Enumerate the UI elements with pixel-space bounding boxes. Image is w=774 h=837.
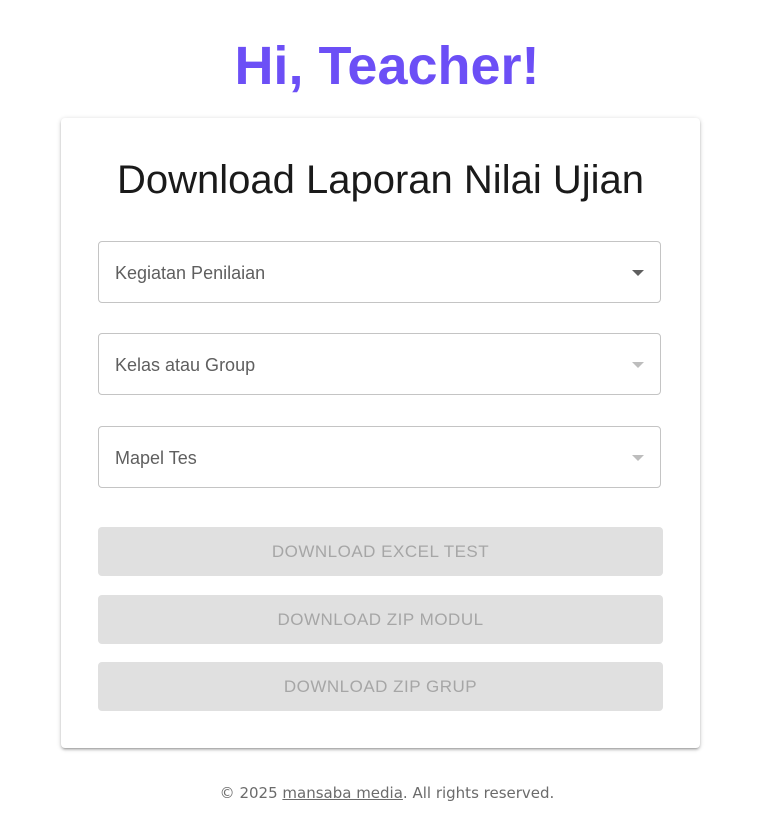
- mapel-tes-label: Mapel Tes: [115, 448, 197, 468]
- card-title: Download Laporan Nilai Ujian: [117, 158, 644, 202]
- report-download-card: Download Laporan Nilai Ujian Kegiatan Pe…: [61, 118, 700, 748]
- kegiatan-penilaian-select[interactable]: Kegiatan Penilaian: [98, 241, 661, 303]
- kelas-group-label: Kelas atau Group: [115, 355, 256, 375]
- footer: © 2025 mansaba media. All rights reserve…: [0, 783, 774, 803]
- download-zip-grup-button[interactable]: DOWNLOAD ZIP GRUP: [98, 662, 663, 711]
- kelas-group-select[interactable]: Kelas atau Group: [98, 333, 661, 395]
- chevron-down-icon: [632, 362, 644, 368]
- chevron-down-icon: [632, 270, 644, 276]
- download-excel-test-button[interactable]: DOWNLOAD EXCEL TEST: [98, 527, 663, 576]
- page-title: Hi, Teacher!: [234, 36, 540, 96]
- footer-copyright: © 2025: [219, 784, 283, 802]
- chevron-down-icon: [632, 455, 644, 461]
- footer-rights: . All rights reserved.: [402, 784, 555, 802]
- footer-link[interactable]: mansaba media: [282, 784, 403, 802]
- kegiatan-penilaian-label: Kegiatan Penilaian: [115, 263, 266, 283]
- mapel-tes-select[interactable]: Mapel Tes: [98, 426, 661, 488]
- download-zip-modul-button[interactable]: DOWNLOAD ZIP MODUL: [98, 595, 663, 644]
